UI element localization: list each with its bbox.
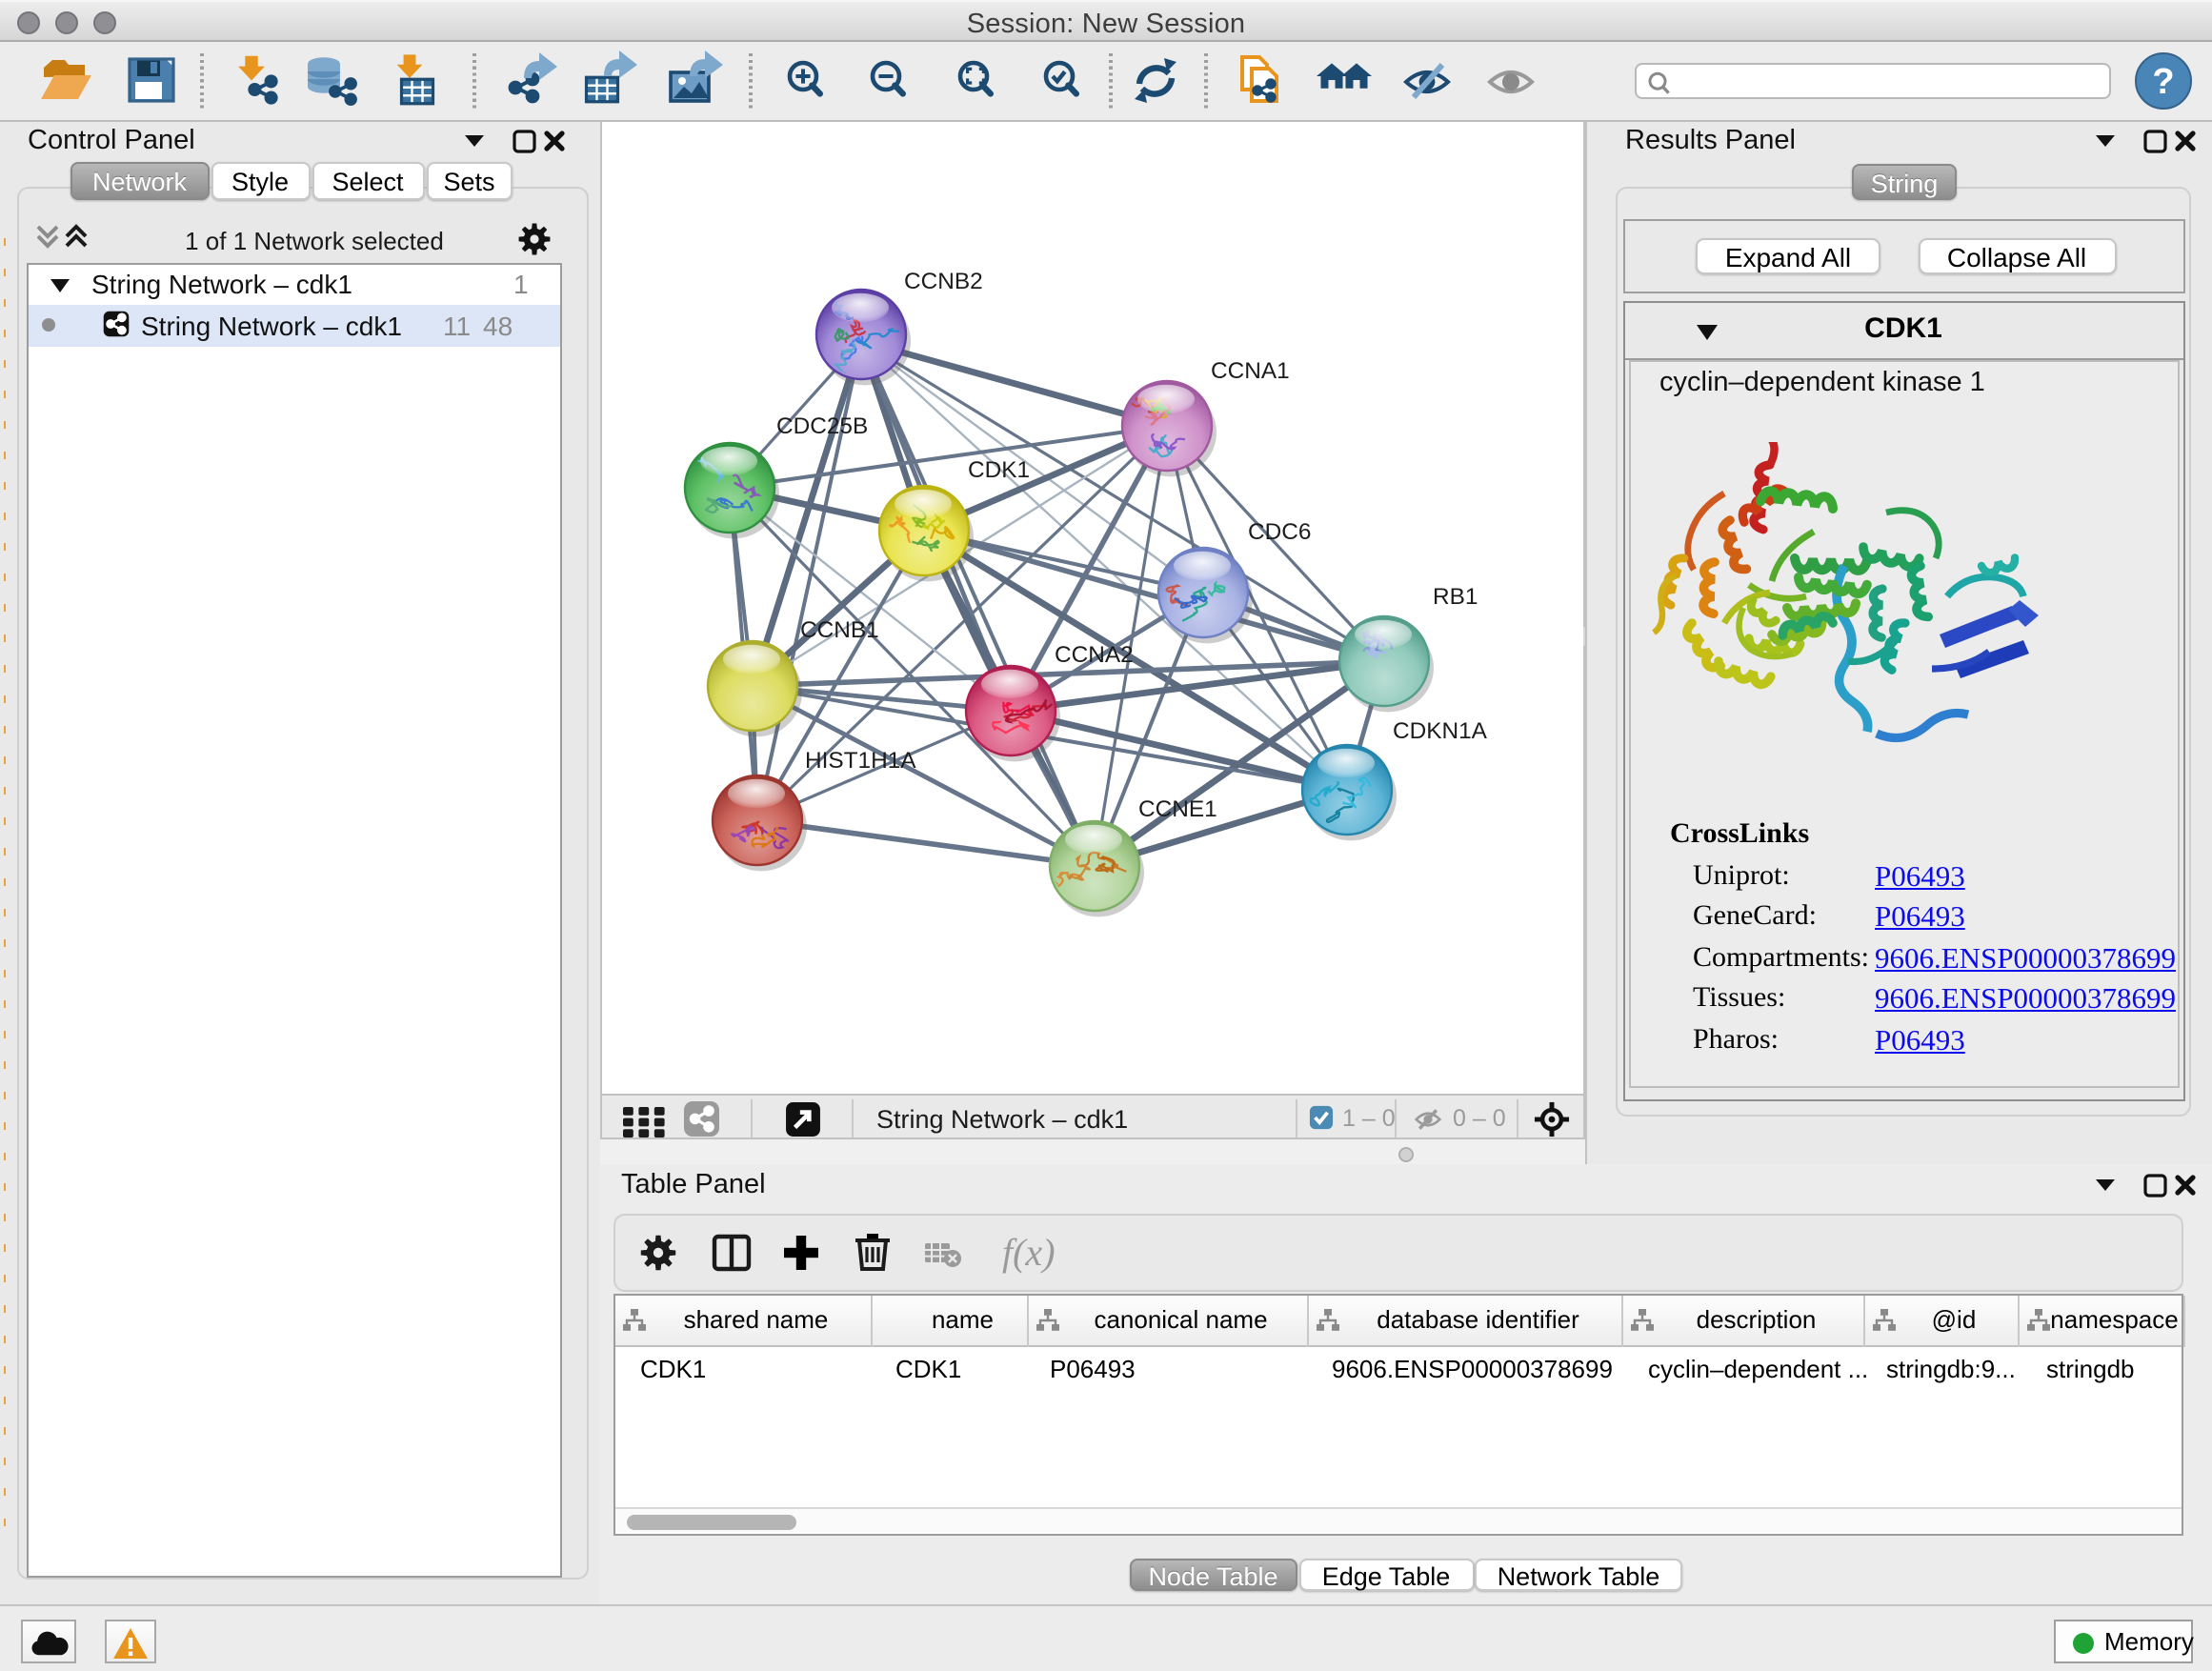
svg-text:CDKN1A: CDKN1A bbox=[1393, 717, 1488, 743]
svg-text:CCNE1: CCNE1 bbox=[1138, 795, 1217, 821]
svg-text:HIST1H1A: HIST1H1A bbox=[805, 747, 916, 773]
svg-text:f(x): f(x) bbox=[1002, 1231, 1056, 1274]
svg-text:CCNB2: CCNB2 bbox=[904, 268, 983, 293]
svg-text:CDC6: CDC6 bbox=[1248, 518, 1311, 544]
svg-text:CCNA1: CCNA1 bbox=[1211, 357, 1290, 383]
svg-text:RB1: RB1 bbox=[1433, 583, 1478, 609]
svg-text:?: ? bbox=[2152, 61, 2174, 101]
svg-text:CDC25B: CDC25B bbox=[776, 413, 868, 438]
svg-text:CDK1: CDK1 bbox=[968, 456, 1030, 482]
svg-text:CCNA2: CCNA2 bbox=[1055, 641, 1134, 667]
svg-text:CCNB1: CCNB1 bbox=[800, 616, 879, 642]
